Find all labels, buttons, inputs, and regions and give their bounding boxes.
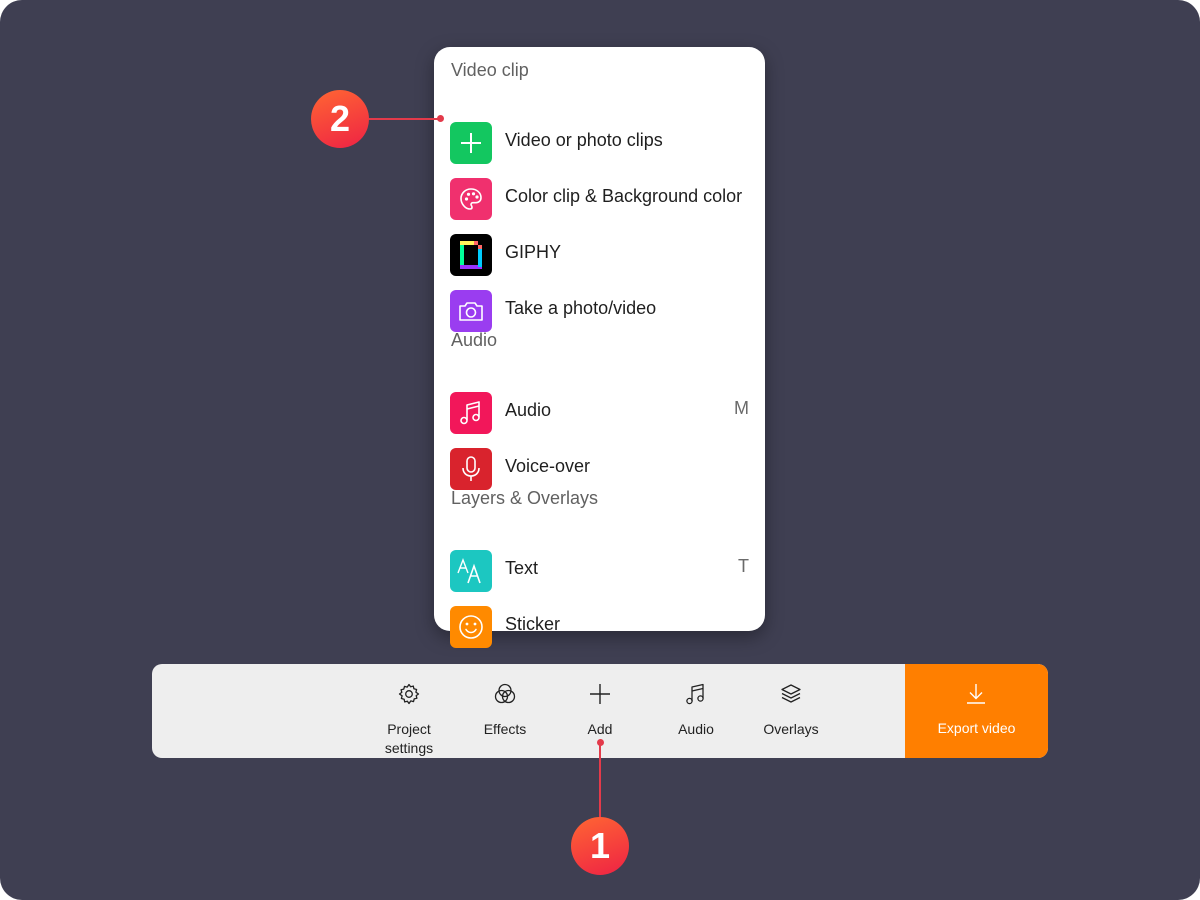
camera-icon [450, 290, 492, 332]
giphy-icon [450, 234, 492, 276]
menu-item-video-or-photo-clips[interactable]: Video or photo clips [434, 118, 765, 168]
overlays-button[interactable]: Overlays [746, 664, 836, 758]
plus-icon [590, 684, 610, 704]
palette-icon [450, 178, 492, 220]
menu-item-take-photo-video[interactable]: Take a photo/video [434, 286, 765, 336]
microphone-icon [450, 448, 492, 490]
menu-item-voice-over[interactable]: Voice-over [434, 444, 765, 494]
text-icon [450, 550, 492, 592]
smiley-icon [450, 606, 492, 648]
menu-item-label: Audio [505, 400, 552, 420]
section-heading-video-clip: Video clip [451, 60, 529, 80]
gear-icon [398, 683, 420, 705]
callout-2-dot [437, 115, 444, 122]
effects-icon [494, 683, 516, 704]
menu-item-label: Take a photo/video [505, 298, 657, 318]
effects-button[interactable]: Effects [460, 664, 550, 758]
toolbar-label: Add [587, 721, 613, 737]
toolbar-label: Overlays [763, 721, 819, 737]
callout-badge-2: 2 [311, 90, 369, 148]
download-icon [967, 684, 985, 704]
toolbar-label: Audio [678, 721, 714, 737]
music-note-icon [450, 392, 492, 434]
music-note-icon [686, 683, 704, 705]
toolbar-label: Effects [483, 721, 527, 737]
audio-button[interactable]: Audio [651, 664, 741, 758]
section-heading-audio: Audio [451, 330, 498, 350]
menu-item-audio[interactable]: Audio M [434, 388, 765, 438]
menu-item-label: Text [505, 558, 539, 578]
plus-icon [450, 122, 492, 164]
toolbar-label: Project settings [384, 721, 434, 756]
menu-item-shortcut: T [738, 556, 749, 576]
callout-2-line [369, 118, 441, 120]
layers-icon [781, 684, 801, 703]
menu-item-shortcut: M [734, 398, 749, 418]
add-menu: Video clip Video or photo clips Color cl… [434, 47, 765, 648]
menu-item-label: Video or photo clips [505, 130, 663, 150]
callout-1-line [599, 742, 601, 818]
section-heading-layers-overlays: Layers & Overlays [451, 488, 599, 508]
menu-item-color-clip[interactable]: Color clip & Background color [434, 174, 765, 224]
app-frame: Video clip Video or photo clips Color cl… [0, 0, 1200, 900]
menu-item-text[interactable]: Text T [434, 546, 765, 596]
project-settings-button[interactable]: Project settings [364, 664, 454, 758]
menu-item-label: Sticker [505, 614, 561, 634]
menu-item-giphy[interactable]: GIPHY [434, 230, 765, 280]
menu-item-label: Voice-over [505, 456, 591, 476]
export-video-button[interactable]: Export video [905, 664, 1048, 758]
menu-item-label: GIPHY [505, 242, 562, 262]
menu-item-sticker[interactable]: Sticker [434, 602, 765, 652]
menu-item-label: Color clip & Background color [505, 186, 743, 206]
export-label: Export video [937, 720, 1016, 736]
callout-badge-1: 1 [571, 817, 629, 875]
